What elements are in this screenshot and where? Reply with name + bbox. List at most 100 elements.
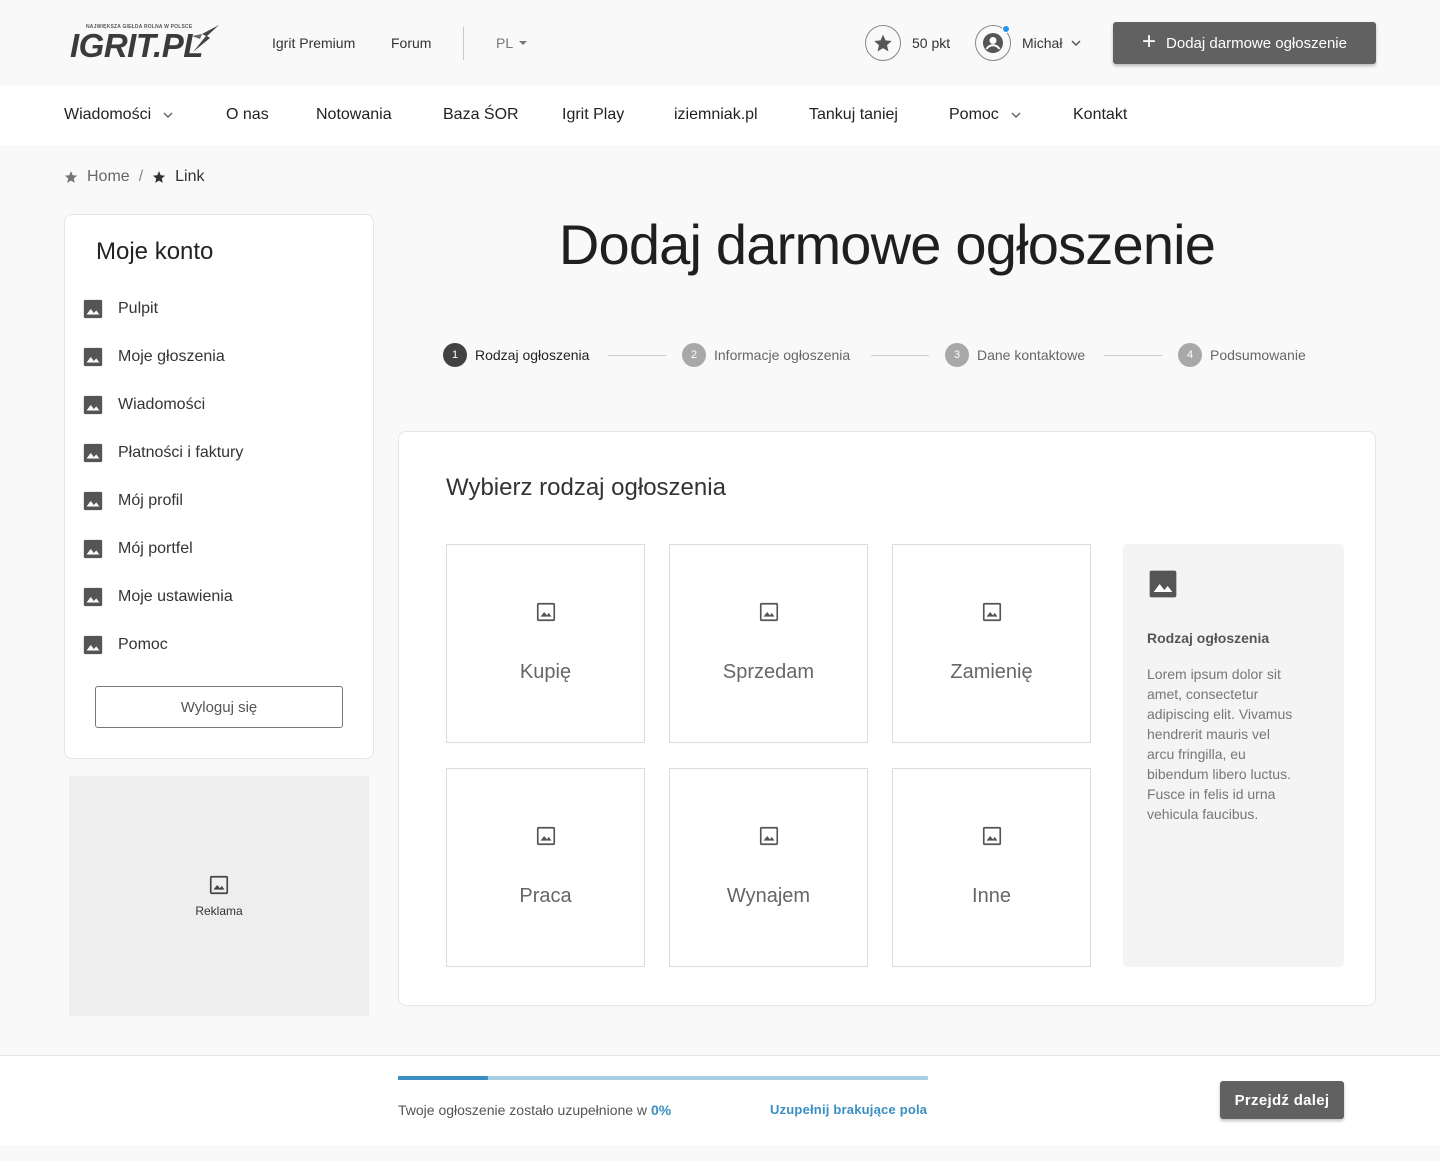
listing-type-card: Wybierz rodzaj ogłoszenia Kupię Sprzedam… [398,431,1376,1006]
tile-label: Zamienię [950,661,1033,683]
add-listing-button[interactable]: + Dodaj darmowe ogłoszenie [1113,22,1376,64]
step-connector [871,355,929,356]
nav-item-label: iziemniak.pl [674,106,758,123]
progress-value: 0% [650,1102,672,1118]
image-placeholder-icon [536,826,555,846]
info-body: Lorem ipsum dolor sit amet, consectetur … [1147,666,1293,822]
sidebar-item-label: Pomoc [118,636,168,653]
user-menu[interactable]: Michał [1022,35,1081,51]
ad-label: Reklama [195,904,243,918]
nav-item-iziemniak[interactable]: iziemniak.pl [674,106,758,124]
nav-item-notowania[interactable]: Notowania [316,106,392,124]
page-title: Dodaj darmowe ogłoszenie [558,213,1216,276]
step-podsumowanie[interactable]: 4 Podsumowanie [1178,343,1306,367]
sidebar-item-label: Mój portfel [118,540,193,557]
image-placeholder-icon [759,602,778,622]
main-navigation: Wiadomości O nas Notowania Baza ŚOR Igri… [0,86,1440,145]
divider [463,27,464,60]
image-icon [1149,570,1177,598]
tile-label: Wynajem [726,885,811,907]
step-dane-kontaktowe[interactable]: 3 Dane kontaktowe [945,343,1085,367]
sidebar-item-pulpit[interactable]: Pulpit [82,297,158,321]
step-label: Dane kontaktowe [977,347,1086,363]
info-panel: Rodzaj ogłoszenia Lorem ipsum dolor sit … [1123,544,1344,967]
nav-item-tankuj-taniej[interactable]: Tankuj taniej [809,106,898,124]
star-icon [874,34,892,52]
step-connector [608,355,666,356]
add-listing-label: Dodaj darmowe ogłoszenie [1166,34,1347,52]
chevron-down-icon [163,112,173,118]
breadcrumb-separator: / [138,168,144,185]
nav-item-label: Baza ŚOR [443,106,519,123]
chevron-down-icon [1011,112,1021,118]
logout-button[interactable]: Wyloguj się [95,686,343,728]
type-tile-kupie[interactable]: Kupię [446,544,645,743]
image-placeholder-icon [759,826,778,846]
step-label: Podsumowanie [1210,347,1306,363]
sidebar-title: Moje konto [96,238,214,265]
star-icon [153,171,166,183]
notification-dot [1002,25,1010,33]
image-icon [83,443,103,463]
sidebar-item-label: Mój profil [118,492,183,509]
nav-item-o-nas[interactable]: O nas [226,106,269,124]
nav-item-label: Kontakt [1073,106,1128,123]
nav-item-baza-sor[interactable]: Baza ŚOR [443,106,519,124]
nav-item-igrit-play[interactable]: Igrit Play [562,106,624,124]
igrit-premium-link[interactable]: Igrit Premium [272,35,355,51]
nav-item-pomoc[interactable]: Pomoc [949,106,1021,124]
step-rodzaj-ogloszenia[interactable]: 1 Rodzaj ogłoszenia [443,343,589,367]
igrit-logo[interactable]: NAJWIĘKSZA GIEŁDA ROLNA W POLSCE IGRIT.P… [70,22,220,64]
step-label: Rodzaj ogłoszenia [475,347,590,363]
sidebar-item-platnosci[interactable]: Płatności i faktury [82,441,243,465]
bottom-progress-bar: Twoje ogłoszenie zostało uzupełnione w 0… [0,1055,1440,1145]
language-select[interactable]: PL [496,35,528,51]
ad-banner[interactable]: Reklama [69,776,369,1016]
nav-item-label: Pomoc [949,106,999,123]
nav-item-kontakt[interactable]: Kontakt [1073,106,1127,124]
sidebar-item-wiadomosci[interactable]: Wiadomości [82,393,205,417]
type-tile-zamienie[interactable]: Zamienię [892,544,1091,743]
nav-item-label: Tankuj taniej [809,106,898,123]
forum-link[interactable]: Forum [391,35,431,51]
chevron-down-icon [1071,40,1081,46]
progress-text: Twoje ogłoszenie zostało uzupełnione w [398,1102,648,1118]
step-label: Informacje ogłoszenia [714,347,851,363]
image-icon [83,491,103,511]
nav-item-wiadomosci[interactable]: Wiadomości [64,106,173,124]
step-number: 3 [945,343,969,367]
sidebar-item-label: Pulpit [118,300,159,317]
type-tile-wynajem[interactable]: Wynajem [669,768,868,967]
breadcrumb-current[interactable]: Link [175,168,204,186]
type-tile-praca[interactable]: Praca [446,768,645,967]
progress-status: Twoje ogłoszenie zostało uzupełnione w 0… [398,1102,671,1118]
sidebar-item-label: Płatności i faktury [118,444,244,461]
breadcrumb: Home / Link [64,168,205,186]
sidebar-item-moj-portfel[interactable]: Mój portfel [82,537,193,561]
type-tile-sprzedam[interactable]: Sprzedam [669,544,868,743]
step-number: 2 [682,343,706,367]
user-name: Michał [1022,35,1063,51]
card-heading: Wybierz rodzaj ogłoszenia [446,474,726,501]
sidebar-item-pomoc[interactable]: Pomoc [82,633,168,657]
image-icon [83,395,103,415]
star-points-icon[interactable] [865,25,901,61]
nav-item-label: Wiadomości [64,106,152,123]
caret-down-icon [519,41,528,45]
image-icon [83,635,103,655]
sidebar-item-label: Wiadomości [118,396,206,413]
step-informacje[interactable]: 2 Informacje ogłoszenia [682,343,850,367]
next-button[interactable]: Przejdź dalej [1220,1081,1344,1119]
points-balance[interactable]: 50 pkt [912,35,950,51]
bird-logo-icon [192,25,219,52]
type-tile-inne[interactable]: Inne [892,768,1091,967]
sidebar-item-ustawienia[interactable]: Moje ustawienia [82,585,233,609]
fill-missing-fields-link[interactable]: Uzupełnij brakujące pola [770,1102,927,1117]
sidebar-item-moj-profil[interactable]: Mój profil [82,489,183,513]
sidebar-item-moje-ogloszenia[interactable]: Moje głoszenia [82,345,225,369]
image-placeholder-icon [982,826,1001,846]
top-bar: NAJWIĘKSZA GIEŁDA ROLNA W POLSCE IGRIT.P… [0,0,1440,86]
nav-item-label: Notowania [316,106,392,123]
image-placeholder-icon [982,602,1001,622]
breadcrumb-home[interactable]: Home [87,168,130,186]
